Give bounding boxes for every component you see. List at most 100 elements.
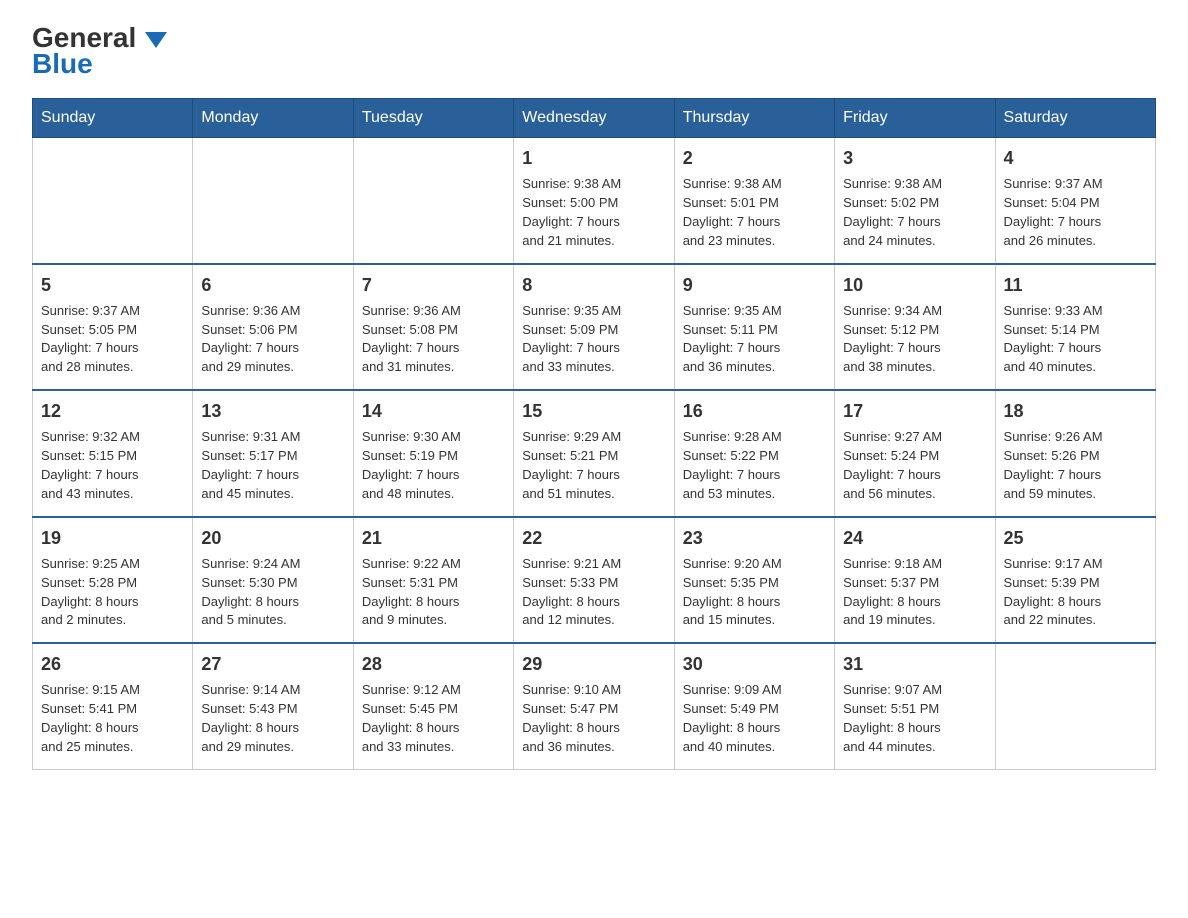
day-info: Sunrise: 9:21 AM Sunset: 5:33 PM Dayligh… [522,555,665,630]
day-info: Sunrise: 9:27 AM Sunset: 5:24 PM Dayligh… [843,428,986,503]
calendar-cell [193,138,353,264]
day-number: 21 [362,526,505,551]
day-number: 9 [683,273,826,298]
calendar-cell: 15Sunrise: 9:29 AM Sunset: 5:21 PM Dayli… [514,390,674,517]
day-info: Sunrise: 9:25 AM Sunset: 5:28 PM Dayligh… [41,555,184,630]
column-header-sunday: Sunday [33,99,193,138]
day-number: 4 [1004,146,1147,171]
day-number: 27 [201,652,344,677]
day-info: Sunrise: 9:17 AM Sunset: 5:39 PM Dayligh… [1004,555,1147,630]
day-info: Sunrise: 9:22 AM Sunset: 5:31 PM Dayligh… [362,555,505,630]
day-info: Sunrise: 9:18 AM Sunset: 5:37 PM Dayligh… [843,555,986,630]
calendar-cell: 22 Sunrise: 9:21 AM Sunset: 5:33 PM Dayli… [514,517,674,644]
day-number: 18 [1004,399,1147,424]
day-info: Sunrise: 9:36 AM Sunset: 5:06 PM Dayligh… [201,302,344,377]
day-number: 20 [201,526,344,551]
column-header-wednesday: Wednesday [514,99,674,138]
calendar-cell [995,643,1155,769]
day-number: 24 [843,526,986,551]
calendar-cell: 10Sunrise: 9:34 AM Sunset: 5:12 PM Dayli… [835,264,995,391]
calendar-cell: 4 Sunrise: 9:37 AM Sunset: 5:04 PM Daylig… [995,138,1155,264]
day-number: 28 [362,652,505,677]
calendar-week-row: 1 Sunrise: 9:38 AM Sunset: 5:00 PM Daylig… [33,138,1156,264]
calendar-cell: 8 Sunrise: 9:35 AM Sunset: 5:09 PM Daylig… [514,264,674,391]
calendar-cell: 18 Sunrise: 9:26 AM Sunset: 5:26 PM Dayli… [995,390,1155,517]
day-number: 30 [683,652,826,677]
day-number: 12 [41,399,184,424]
day-number: 7 [362,273,505,298]
calendar-cell: 7 Sunrise: 9:36 AM Sunset: 5:08 PM Daylig… [353,264,513,391]
day-info: Sunrise: 9:38 AM Sunset: 5:00 PM Dayligh… [522,175,665,250]
day-number: 22 [522,526,665,551]
day-info: Sunrise: 9:33 AM Sunset: 5:14 PM Dayligh… [1004,302,1147,377]
calendar-week-row: 26 Sunrise: 9:15 AM Sunset: 5:41 PM Dayli… [33,643,1156,769]
calendar-cell: 5 Sunrise: 9:37 AM Sunset: 5:05 PM Daylig… [33,264,193,391]
calendar-cell: 23 Sunrise: 9:20 AM Sunset: 5:35 PM Dayli… [674,517,834,644]
day-number: 11 [1004,273,1147,298]
column-header-thursday: Thursday [674,99,834,138]
day-number: 14 [362,399,505,424]
calendar-cell: 17 Sunrise: 9:27 AM Sunset: 5:24 PM Dayli… [835,390,995,517]
column-header-saturday: Saturday [995,99,1155,138]
page-header: General Blue [32,24,1156,80]
day-info: Sunrise: 9:30 AM Sunset: 5:19 PM Dayligh… [362,428,505,503]
calendar-table: SundayMondayTuesdayWednesdayThursdayFrid… [32,98,1156,770]
day-info: Sunrise: 9:28 AM Sunset: 5:22 PM Dayligh… [683,428,826,503]
column-header-friday: Friday [835,99,995,138]
calendar-week-row: 19Sunrise: 9:25 AM Sunset: 5:28 PM Dayli… [33,517,1156,644]
calendar-cell: 13 Sunrise: 9:31 AM Sunset: 5:17 PM Dayli… [193,390,353,517]
calendar-week-row: 5 Sunrise: 9:37 AM Sunset: 5:05 PM Daylig… [33,264,1156,391]
day-info: Sunrise: 9:38 AM Sunset: 5:02 PM Dayligh… [843,175,986,250]
column-header-monday: Monday [193,99,353,138]
calendar-cell: 6Sunrise: 9:36 AM Sunset: 5:06 PM Daylig… [193,264,353,391]
day-info: Sunrise: 9:20 AM Sunset: 5:35 PM Dayligh… [683,555,826,630]
day-number: 23 [683,526,826,551]
day-info: Sunrise: 9:35 AM Sunset: 5:11 PM Dayligh… [683,302,826,377]
calendar-cell: 24 Sunrise: 9:18 AM Sunset: 5:37 PM Dayli… [835,517,995,644]
day-info: Sunrise: 9:09 AM Sunset: 5:49 PM Dayligh… [683,681,826,756]
calendar-cell: 30 Sunrise: 9:09 AM Sunset: 5:49 PM Dayli… [674,643,834,769]
day-number: 1 [522,146,665,171]
calendar-cell: 19Sunrise: 9:25 AM Sunset: 5:28 PM Dayli… [33,517,193,644]
day-info: Sunrise: 9:24 AM Sunset: 5:30 PM Dayligh… [201,555,344,630]
day-number: 8 [522,273,665,298]
calendar-week-row: 12Sunrise: 9:32 AM Sunset: 5:15 PM Dayli… [33,390,1156,517]
day-number: 26 [41,652,184,677]
day-number: 29 [522,652,665,677]
calendar-cell [33,138,193,264]
day-info: Sunrise: 9:37 AM Sunset: 5:05 PM Dayligh… [41,302,184,377]
day-number: 5 [41,273,184,298]
day-number: 16 [683,399,826,424]
day-info: Sunrise: 9:31 AM Sunset: 5:17 PM Dayligh… [201,428,344,503]
day-number: 31 [843,652,986,677]
day-number: 25 [1004,526,1147,551]
day-number: 17 [843,399,986,424]
calendar-header-row: SundayMondayTuesdayWednesdayThursdayFrid… [33,99,1156,138]
calendar-cell: 2Sunrise: 9:38 AM Sunset: 5:01 PM Daylig… [674,138,834,264]
calendar-cell: 21 Sunrise: 9:22 AM Sunset: 5:31 PM Dayli… [353,517,513,644]
day-info: Sunrise: 9:34 AM Sunset: 5:12 PM Dayligh… [843,302,986,377]
day-number: 13 [201,399,344,424]
logo: General Blue [32,24,167,80]
calendar-cell: 27 Sunrise: 9:14 AM Sunset: 5:43 PM Dayli… [193,643,353,769]
calendar-cell: 9 Sunrise: 9:35 AM Sunset: 5:11 PM Daylig… [674,264,834,391]
calendar-cell: 29 Sunrise: 9:10 AM Sunset: 5:47 PM Dayli… [514,643,674,769]
column-header-tuesday: Tuesday [353,99,513,138]
calendar-cell: 28Sunrise: 9:12 AM Sunset: 5:45 PM Dayli… [353,643,513,769]
day-info: Sunrise: 9:38 AM Sunset: 5:01 PM Dayligh… [683,175,826,250]
day-info: Sunrise: 9:35 AM Sunset: 5:09 PM Dayligh… [522,302,665,377]
calendar-cell: 11 Sunrise: 9:33 AM Sunset: 5:14 PM Dayli… [995,264,1155,391]
calendar-cell: 31Sunrise: 9:07 AM Sunset: 5:51 PM Dayli… [835,643,995,769]
calendar-cell [353,138,513,264]
day-info: Sunrise: 9:36 AM Sunset: 5:08 PM Dayligh… [362,302,505,377]
day-info: Sunrise: 9:15 AM Sunset: 5:41 PM Dayligh… [41,681,184,756]
day-number: 3 [843,146,986,171]
day-info: Sunrise: 9:26 AM Sunset: 5:26 PM Dayligh… [1004,428,1147,503]
calendar-cell: 16 Sunrise: 9:28 AM Sunset: 5:22 PM Dayli… [674,390,834,517]
day-info: Sunrise: 9:10 AM Sunset: 5:47 PM Dayligh… [522,681,665,756]
day-info: Sunrise: 9:14 AM Sunset: 5:43 PM Dayligh… [201,681,344,756]
calendar-cell: 25 Sunrise: 9:17 AM Sunset: 5:39 PM Dayli… [995,517,1155,644]
calendar-cell: 26 Sunrise: 9:15 AM Sunset: 5:41 PM Dayli… [33,643,193,769]
day-info: Sunrise: 9:37 AM Sunset: 5:04 PM Dayligh… [1004,175,1147,250]
logo-blue-text: Blue [32,48,93,79]
